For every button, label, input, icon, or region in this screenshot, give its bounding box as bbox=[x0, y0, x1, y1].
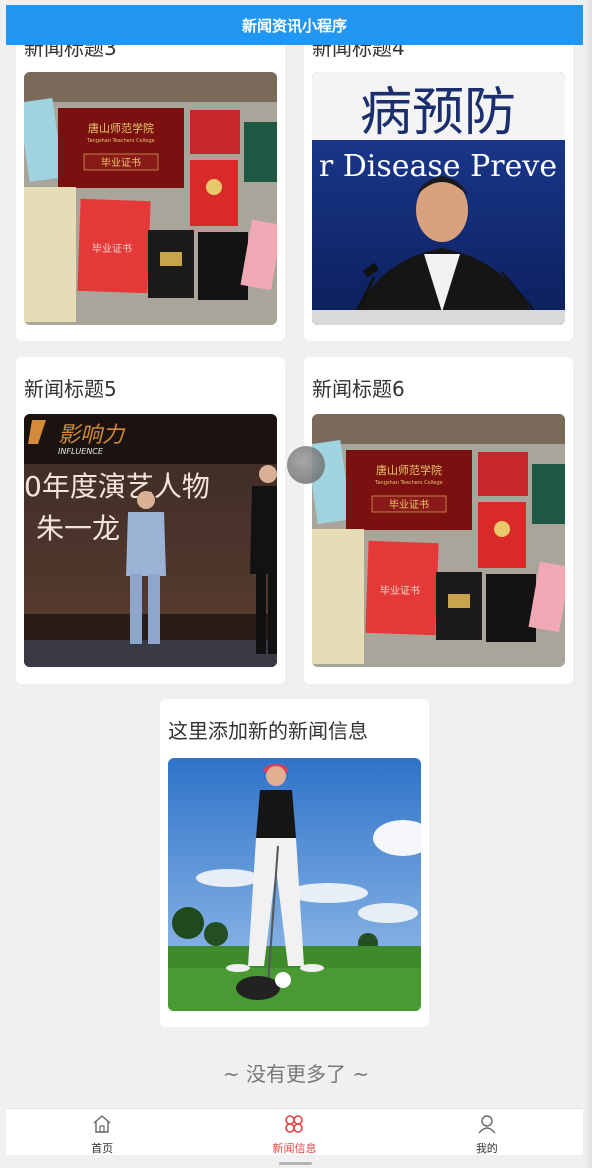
svg-text:毕业证书: 毕业证书 bbox=[92, 242, 132, 255]
app-screen: 新闻标题3 唐山师范学院 Tangshan Teachers College 毕… bbox=[0, 0, 592, 1168]
news-card[interactable]: 这里添加新的新闻信息 bbox=[160, 699, 429, 1027]
svg-text:毕业证书: 毕业证书 bbox=[389, 498, 429, 511]
news-card-title: 新闻标题5 bbox=[24, 377, 117, 401]
home-indicator bbox=[279, 1162, 312, 1165]
news-list[interactable]: 新闻标题3 唐山师范学院 Tangshan Teachers College 毕… bbox=[0, 0, 592, 1108]
tab-news-label: 新闻信息 bbox=[272, 1142, 317, 1155]
news-card-image bbox=[168, 758, 421, 1011]
news-card[interactable]: 新闻标题3 唐山师范学院 Tangshan Teachers College 毕… bbox=[16, 24, 285, 341]
svg-text:Tangshan Teachers College: Tangshan Teachers College bbox=[374, 480, 442, 486]
event-name-text: 朱一龙 bbox=[36, 512, 120, 545]
news-icon bbox=[283, 1113, 305, 1138]
news-card[interactable]: 新闻标题5 影响力 INFLUENCE 0年度演艺人物 朱一龙 bbox=[16, 357, 285, 684]
svg-text:唐山师范学院: 唐山师范学院 bbox=[376, 463, 442, 477]
news-card-image: 唐山师范学院 Tangshan Teachers College 毕业证书 毕业… bbox=[24, 72, 277, 325]
news-card[interactable]: 新闻标题4 病预防 r Disease Preve bbox=[304, 24, 573, 341]
page-title: 新闻资讯小程序 bbox=[6, 5, 583, 45]
svg-text:毕业证书: 毕业证书 bbox=[380, 584, 420, 597]
tab-mine[interactable]: 我的 bbox=[391, 1109, 583, 1155]
news-card[interactable]: 新闻标题6 唐山师范学院 Tangshan Teachers College 毕… bbox=[304, 357, 573, 684]
news-card-title: 这里添加新的新闻信息 bbox=[168, 719, 368, 743]
event-headline-text: 0年度演艺人物 bbox=[24, 470, 210, 503]
user-icon bbox=[476, 1113, 498, 1138]
tab-news[interactable]: 新闻信息 bbox=[198, 1109, 390, 1155]
news-card-image: 影响力 INFLUENCE 0年度演艺人物 朱一龙 bbox=[24, 414, 277, 667]
event-logo-text: 影响力 bbox=[58, 423, 126, 448]
tab-mine-label: 我的 bbox=[475, 1142, 498, 1155]
tab-home[interactable]: 首页 bbox=[6, 1109, 198, 1155]
bottom-tab-bar: 首页 新闻信息 我的 bbox=[6, 1108, 583, 1155]
tab-home-label: 首页 bbox=[91, 1142, 114, 1155]
news-card-image: 病预防 r Disease Preve bbox=[312, 72, 565, 325]
news-card-title: 新闻标题6 bbox=[312, 377, 405, 401]
floating-assistive-button[interactable] bbox=[287, 446, 325, 484]
college-name-text: 唐山师范学院 bbox=[88, 121, 154, 135]
no-more-text: ~ 没有更多了 ~ bbox=[222, 1062, 370, 1086]
news-card-image: 唐山师范学院 Tangshan Teachers College 毕业证书 毕业… bbox=[312, 414, 565, 667]
home-icon bbox=[91, 1113, 113, 1138]
college-en-text: Tangshan Teachers College bbox=[86, 138, 154, 144]
banner-cn-text: 病预防 bbox=[360, 83, 516, 143]
event-logo-en-text: INFLUENCE bbox=[58, 447, 104, 456]
diploma-text: 毕业证书 bbox=[101, 156, 141, 169]
